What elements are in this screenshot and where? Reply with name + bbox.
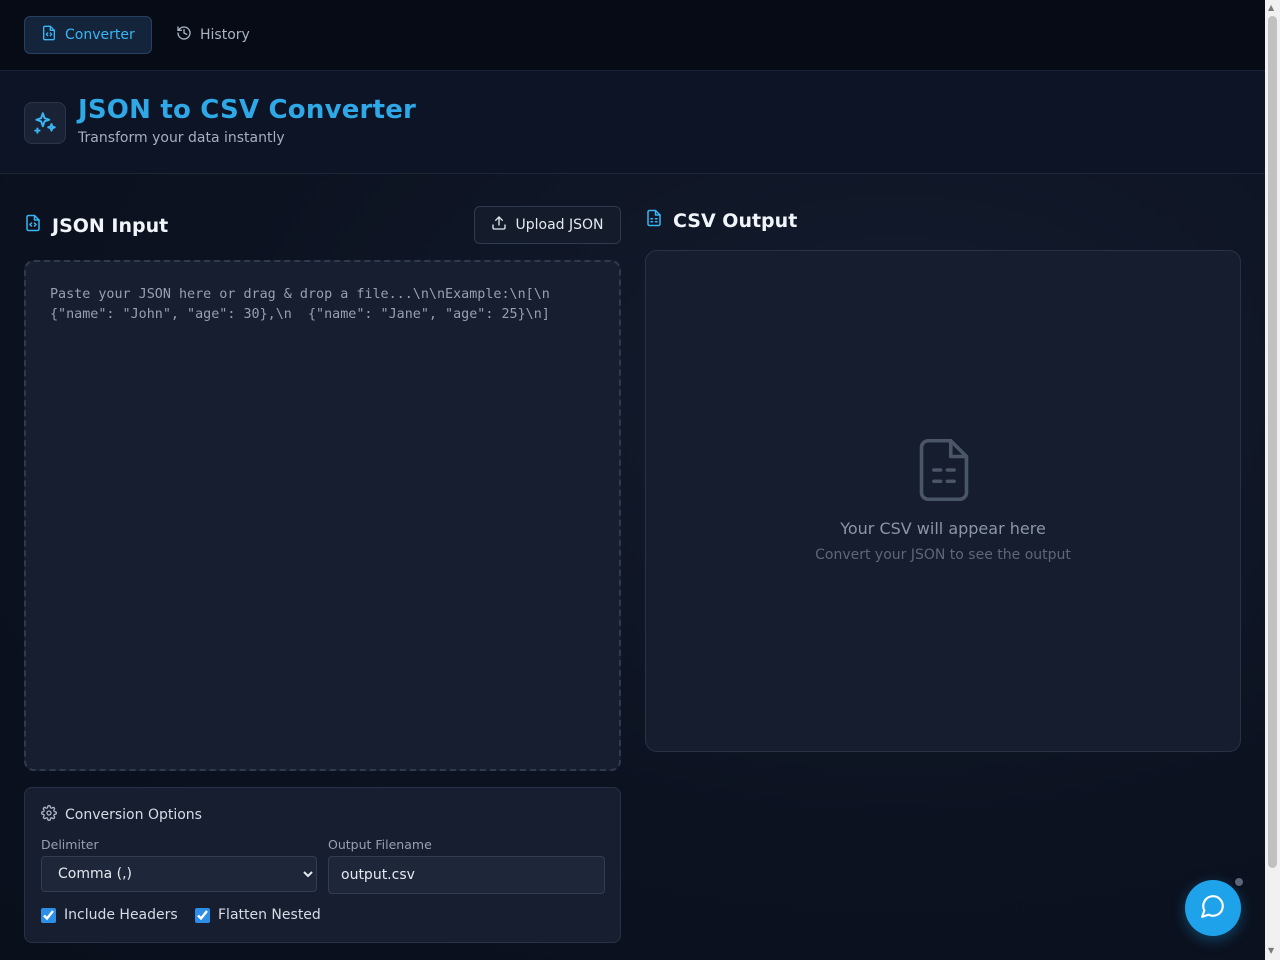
- sparkles-icon: [24, 102, 66, 144]
- include-headers-checkbox[interactable]: Include Headers: [41, 907, 178, 923]
- output-filename-label: Output Filename: [328, 837, 432, 852]
- json-input-title: JSON Input: [52, 214, 169, 237]
- file-spreadsheet-icon: [645, 208, 663, 233]
- nav-tab-converter-label: Converter: [65, 27, 135, 43]
- upload-json-label: Upload JSON: [515, 217, 604, 233]
- csv-output-panel: Your CSV will appear here Convert your J…: [645, 250, 1241, 752]
- include-headers-label: Include Headers: [64, 907, 178, 923]
- nav-tab-converter[interactable]: Converter: [24, 16, 152, 54]
- upload-icon: [491, 215, 507, 235]
- gear-icon: [41, 805, 57, 825]
- delimiter-label: Delimiter: [41, 837, 99, 852]
- delimiter-select[interactable]: Comma (,): [41, 856, 317, 892]
- conversion-options-title: Conversion Options: [65, 807, 202, 823]
- file-code-icon: [41, 25, 57, 45]
- csv-output-heading: CSV Output: [645, 208, 797, 233]
- json-input-heading: JSON Input: [24, 213, 168, 238]
- include-headers-check[interactable]: [41, 907, 56, 923]
- page-title: JSON to CSV Converter: [78, 95, 417, 125]
- empty-state-subtitle: Convert your JSON to see the output: [815, 547, 1071, 563]
- nav-tab-history-label: History: [200, 27, 250, 43]
- empty-state-title: Your CSV will appear here: [840, 519, 1046, 538]
- conversion-options-heading: Conversion Options: [41, 805, 202, 825]
- scroll-down-icon[interactable]: ▼: [1268, 946, 1274, 955]
- app-header: JSON to CSV Converter Transform your dat…: [0, 71, 1265, 174]
- upload-json-button[interactable]: Upload JSON: [474, 206, 621, 244]
- flatten-nested-check[interactable]: [195, 907, 210, 923]
- json-input-textarea[interactable]: [24, 260, 621, 771]
- chat-bubble-icon: [1200, 893, 1226, 923]
- chat-button[interactable]: [1185, 880, 1241, 936]
- csv-output-title: CSV Output: [673, 209, 798, 232]
- nav-tab-history[interactable]: History: [160, 16, 266, 54]
- top-navigation: Converter History: [0, 0, 1265, 71]
- scroll-up-icon[interactable]: ▲: [1268, 3, 1274, 12]
- flatten-nested-label: Flatten Nested: [218, 907, 321, 923]
- file-code-icon: [24, 213, 42, 238]
- conversion-options-panel: Conversion Options Delimiter Comma (,) O…: [24, 787, 621, 943]
- flatten-nested-checkbox[interactable]: Flatten Nested: [195, 907, 321, 923]
- history-icon: [176, 25, 192, 45]
- chat-status-dot: [1233, 876, 1245, 888]
- scrollbar-thumb[interactable]: [1268, 16, 1277, 868]
- file-spreadsheet-icon: [917, 438, 971, 506]
- page-subtitle: Transform your data instantly: [78, 130, 285, 146]
- output-filename-input[interactable]: [328, 856, 605, 894]
- page-scrollbar[interactable]: ▲ ▼: [1265, 0, 1280, 960]
